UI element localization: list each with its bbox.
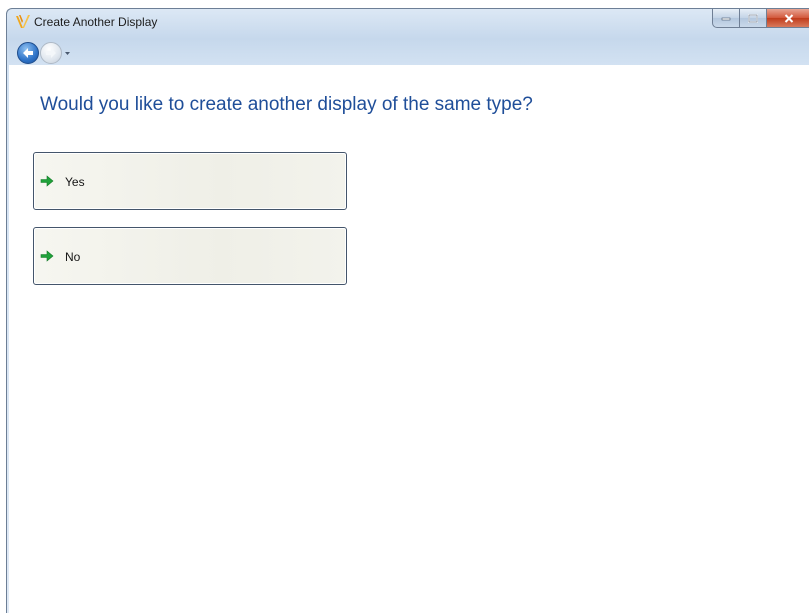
maximize-icon — [748, 13, 758, 23]
app-v-icon — [16, 15, 30, 28]
caption-buttons — [712, 9, 809, 29]
forward-button[interactable] — [40, 42, 62, 64]
maximize-button[interactable] — [740, 9, 767, 28]
navigation-bar — [7, 39, 809, 67]
back-button[interactable] — [17, 42, 39, 64]
forward-arrow-icon — [46, 48, 56, 58]
green-arrow-icon — [40, 250, 54, 262]
green-arrow-icon — [40, 175, 54, 187]
close-button[interactable] — [767, 9, 809, 28]
wizard-window: Create Another Display Would you like to… — [6, 8, 809, 613]
yes-label: Yes — [65, 175, 85, 189]
no-command-link[interactable]: No — [33, 227, 347, 285]
close-icon — [784, 13, 793, 23]
title-bar[interactable]: Create Another Display — [7, 9, 809, 35]
window-title: Create Another Display — [34, 15, 158, 29]
no-label: No — [65, 250, 81, 264]
page-heading: Would you like to create another display… — [40, 94, 533, 115]
yes-command-link[interactable]: Yes — [33, 152, 347, 210]
minimize-button[interactable] — [712, 9, 740, 28]
minimize-icon — [721, 17, 731, 21]
chevron-down-icon[interactable] — [64, 51, 71, 57]
back-arrow-icon — [23, 48, 33, 58]
wizard-content: Would you like to create another display… — [9, 65, 809, 613]
